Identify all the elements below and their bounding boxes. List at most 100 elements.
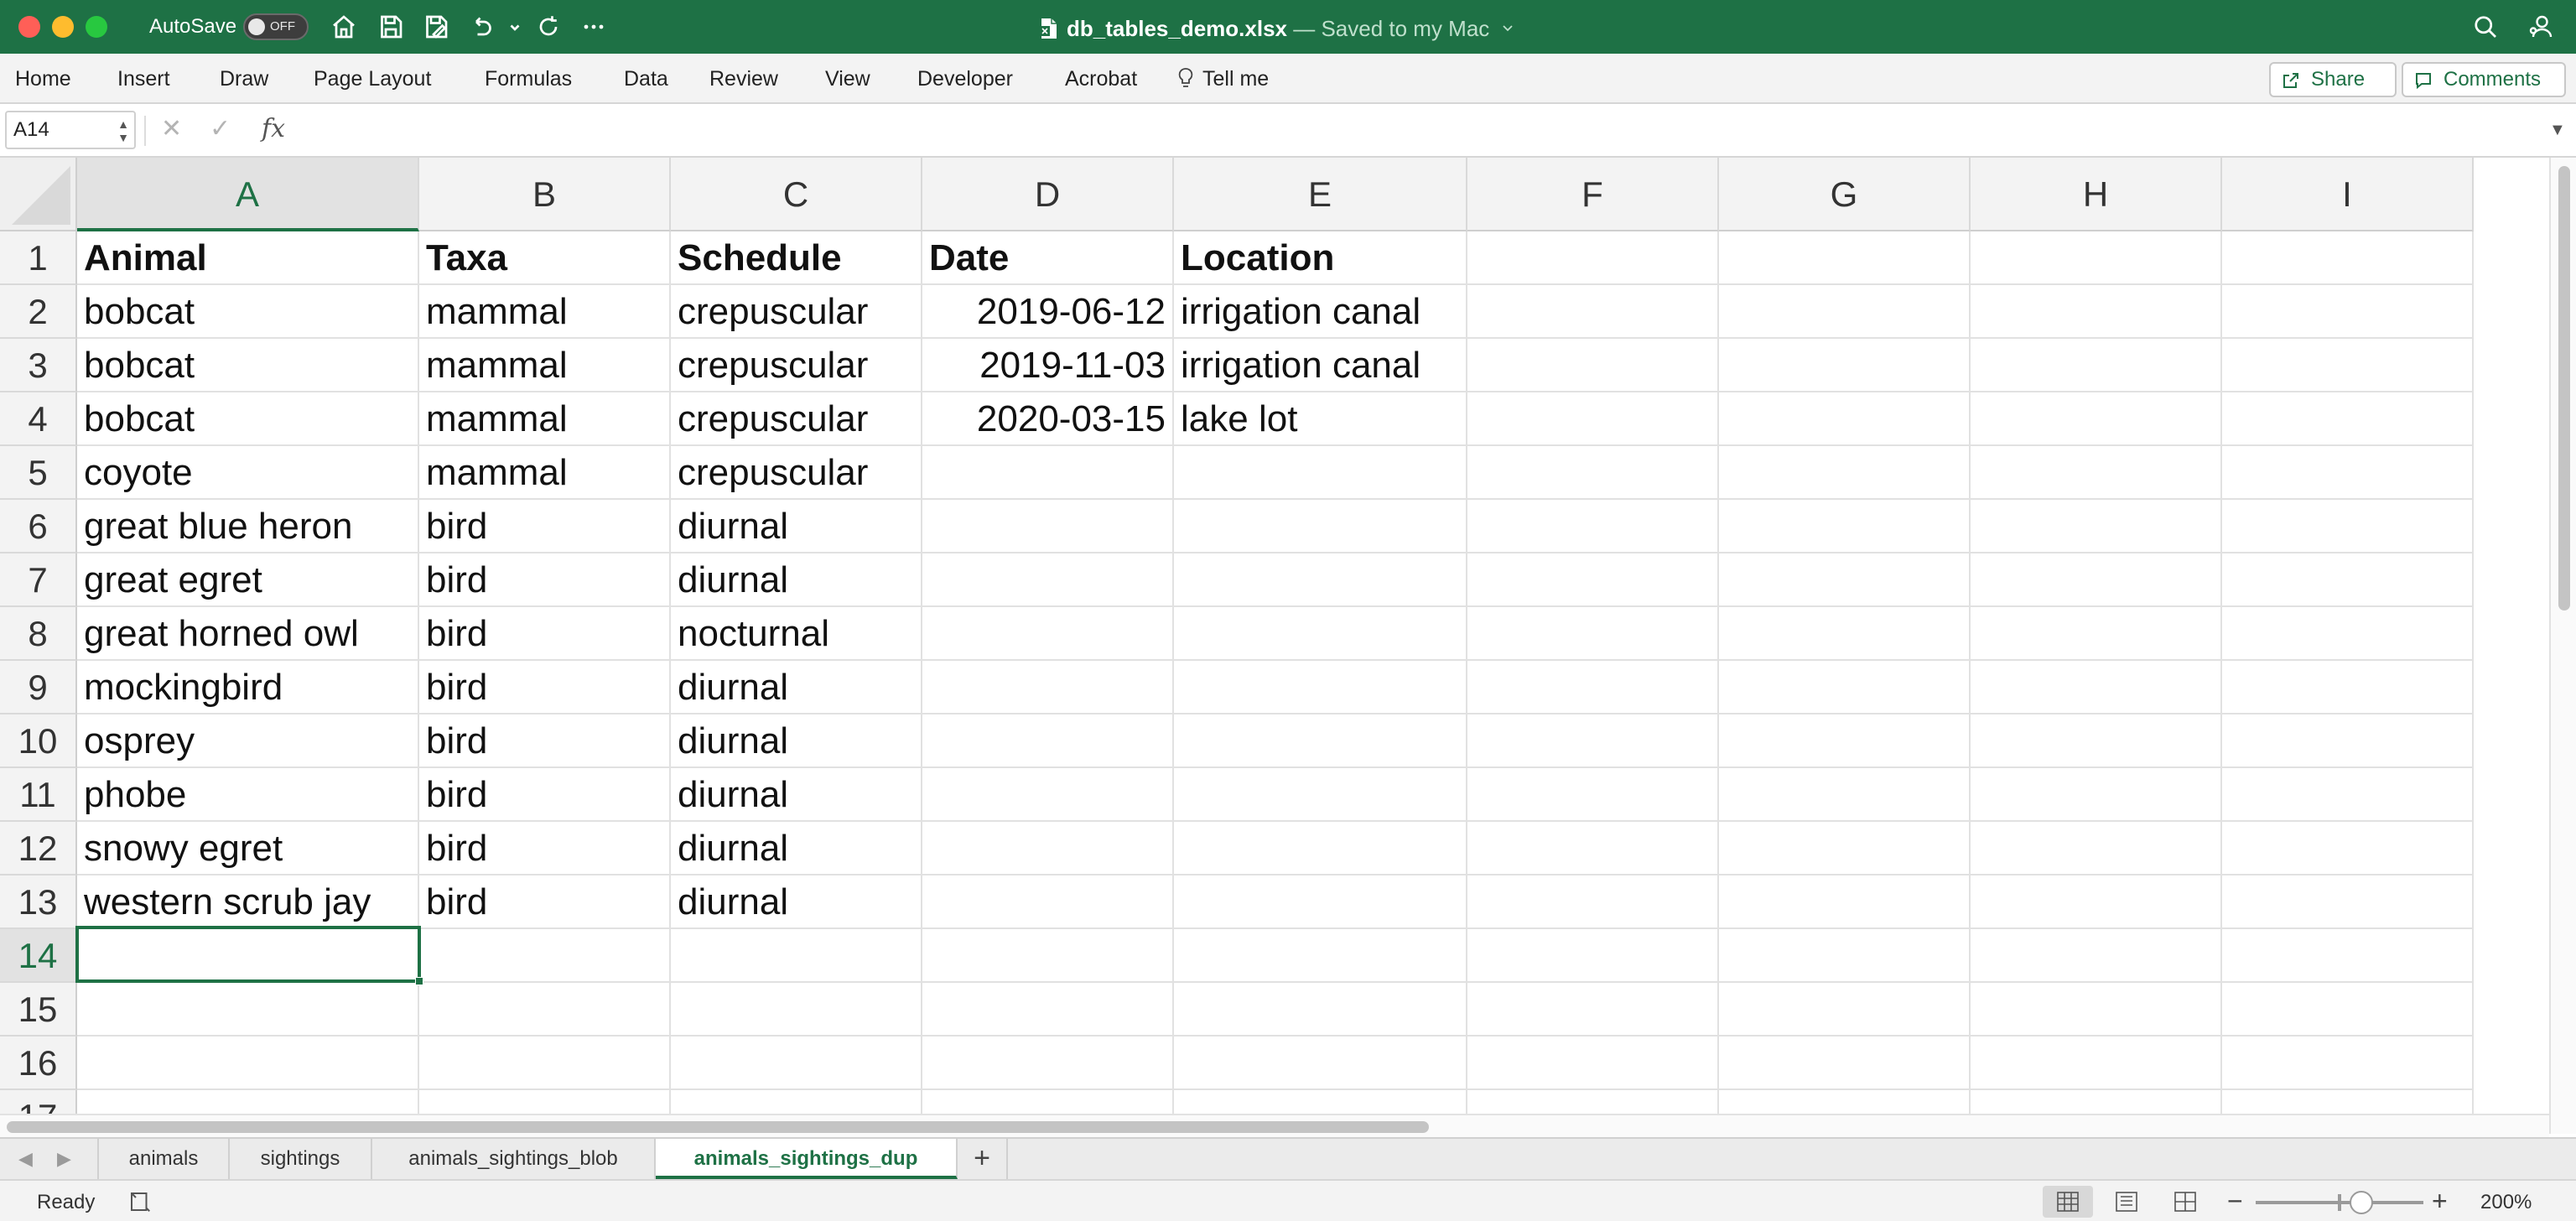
cell-a1[interactable]: Animal bbox=[77, 231, 419, 285]
sheet-tab-animals-sightings-blob[interactable]: animals_sightings_blob bbox=[372, 1139, 656, 1179]
comments-button[interactable]: Comments bbox=[2402, 62, 2566, 97]
cell-b5[interactable]: mammal bbox=[419, 446, 671, 500]
cell-e5[interactable] bbox=[1174, 446, 1467, 500]
cell-c13[interactable]: diurnal bbox=[671, 875, 922, 929]
column-header-h[interactable]: H bbox=[1971, 158, 2222, 231]
cell-e3[interactable]: irrigation canal bbox=[1174, 339, 1467, 392]
cell-f8[interactable] bbox=[1467, 607, 1719, 661]
column-header-g[interactable]: G bbox=[1719, 158, 1971, 231]
sheet-tab-animals[interactable]: animals bbox=[97, 1139, 230, 1179]
cell-d6[interactable] bbox=[922, 500, 1174, 553]
cell-d14[interactable] bbox=[922, 929, 1174, 983]
cell-f1[interactable] bbox=[1467, 231, 1719, 285]
row-header-17[interactable]: 17 bbox=[0, 1090, 77, 1114]
cell-i10[interactable] bbox=[2222, 714, 2474, 768]
cell-b9[interactable]: bird bbox=[419, 661, 671, 714]
cell-a10[interactable]: osprey bbox=[77, 714, 419, 768]
cell-b2[interactable]: mammal bbox=[419, 285, 671, 339]
cell-e14[interactable] bbox=[1174, 929, 1467, 983]
cell-b12[interactable]: bird bbox=[419, 822, 671, 875]
stepper-icon[interactable]: ▲ ▼ bbox=[117, 117, 129, 144]
cell-c5[interactable]: crepuscular bbox=[671, 446, 922, 500]
cell-f6[interactable] bbox=[1467, 500, 1719, 553]
column-header-d[interactable]: D bbox=[922, 158, 1174, 231]
cell-e4[interactable]: lake lot bbox=[1174, 392, 1467, 446]
cell-g7[interactable] bbox=[1719, 553, 1971, 607]
zoom-window-button[interactable] bbox=[86, 16, 107, 38]
cell-c17[interactable] bbox=[671, 1090, 922, 1114]
redo-icon[interactable] bbox=[533, 12, 564, 42]
cell-b11[interactable]: bird bbox=[419, 768, 671, 822]
row-header-9[interactable]: 9 bbox=[0, 661, 77, 714]
cell-c1[interactable]: Schedule bbox=[671, 231, 922, 285]
row-header-16[interactable]: 16 bbox=[0, 1037, 77, 1090]
cell-h4[interactable] bbox=[1971, 392, 2222, 446]
expand-formula-bar-icon[interactable]: ▼ bbox=[2549, 121, 2566, 140]
cell-f2[interactable] bbox=[1467, 285, 1719, 339]
horizontal-scrollbar[interactable] bbox=[0, 1114, 2549, 1137]
cell-g17[interactable] bbox=[1719, 1090, 1971, 1114]
cell-g14[interactable] bbox=[1719, 929, 1971, 983]
cell-d7[interactable] bbox=[922, 553, 1174, 607]
cell-g4[interactable] bbox=[1719, 392, 1971, 446]
cell-b4[interactable]: mammal bbox=[419, 392, 671, 446]
vertical-scrollbar[interactable] bbox=[2549, 158, 2576, 1134]
tab-developer[interactable]: Developer bbox=[917, 65, 1013, 92]
cell-b1[interactable]: Taxa bbox=[419, 231, 671, 285]
cell-f9[interactable] bbox=[1467, 661, 1719, 714]
cell-d3[interactable]: 2019-11-03 bbox=[922, 339, 1174, 392]
minimize-window-button[interactable] bbox=[52, 16, 74, 38]
select-all-button[interactable] bbox=[0, 158, 77, 231]
cell-d10[interactable] bbox=[922, 714, 1174, 768]
row-header-2[interactable]: 2 bbox=[0, 285, 77, 339]
cell-f13[interactable] bbox=[1467, 875, 1719, 929]
cell-g13[interactable] bbox=[1719, 875, 1971, 929]
row-header-6[interactable]: 6 bbox=[0, 500, 77, 553]
cell-a2[interactable]: bobcat bbox=[77, 285, 419, 339]
cell-c9[interactable]: diurnal bbox=[671, 661, 922, 714]
insert-function-button[interactable]: fx bbox=[262, 111, 285, 148]
cell-a12[interactable]: snowy egret bbox=[77, 822, 419, 875]
cell-i5[interactable] bbox=[2222, 446, 2474, 500]
column-header-i[interactable]: I bbox=[2222, 158, 2474, 231]
cell-i8[interactable] bbox=[2222, 607, 2474, 661]
cell-i17[interactable] bbox=[2222, 1090, 2474, 1114]
cell-c11[interactable]: diurnal bbox=[671, 768, 922, 822]
cell-g2[interactable] bbox=[1719, 285, 1971, 339]
cell-c4[interactable]: crepuscular bbox=[671, 392, 922, 446]
more-icon[interactable] bbox=[579, 12, 609, 42]
tab-review[interactable]: Review bbox=[709, 65, 778, 92]
cell-a4[interactable]: bobcat bbox=[77, 392, 419, 446]
cell-c3[interactable]: crepuscular bbox=[671, 339, 922, 392]
row-header-13[interactable]: 13 bbox=[0, 875, 77, 929]
page-break-view-button[interactable] bbox=[2160, 1186, 2210, 1218]
cell-i11[interactable] bbox=[2222, 768, 2474, 822]
tell-me[interactable]: Tell me bbox=[1176, 65, 1269, 92]
cell-e15[interactable] bbox=[1174, 983, 1467, 1037]
cell-f17[interactable] bbox=[1467, 1090, 1719, 1114]
save-as-icon[interactable] bbox=[421, 12, 451, 42]
cell-e2[interactable]: irrigation canal bbox=[1174, 285, 1467, 339]
cell-e13[interactable] bbox=[1174, 875, 1467, 929]
cell-a7[interactable]: great egret bbox=[77, 553, 419, 607]
sheet-tab-sightings[interactable]: sightings bbox=[230, 1139, 372, 1179]
zoom-in-button[interactable]: + bbox=[2432, 1186, 2448, 1216]
cell-i4[interactable] bbox=[2222, 392, 2474, 446]
cell-g16[interactable] bbox=[1719, 1037, 1971, 1090]
zoom-out-button[interactable]: − bbox=[2227, 1186, 2243, 1216]
row-header-3[interactable]: 3 bbox=[0, 339, 77, 392]
fill-handle[interactable] bbox=[415, 977, 423, 985]
cell-f16[interactable] bbox=[1467, 1037, 1719, 1090]
document-title[interactable]: db_tables_demo.xlsx — Saved to my Mac bbox=[1040, 12, 1514, 42]
cell-h16[interactable] bbox=[1971, 1037, 2222, 1090]
cell-a5[interactable]: coyote bbox=[77, 446, 419, 500]
cell-c7[interactable]: diurnal bbox=[671, 553, 922, 607]
cancel-icon[interactable]: ✕ bbox=[161, 112, 182, 146]
tab-draw[interactable]: Draw bbox=[220, 65, 268, 92]
cell-i9[interactable] bbox=[2222, 661, 2474, 714]
cell-d12[interactable] bbox=[922, 822, 1174, 875]
cell-i15[interactable] bbox=[2222, 983, 2474, 1037]
row-header-14[interactable]: 14 bbox=[0, 929, 77, 983]
save-icon[interactable] bbox=[376, 12, 406, 42]
column-header-f[interactable]: F bbox=[1467, 158, 1719, 231]
